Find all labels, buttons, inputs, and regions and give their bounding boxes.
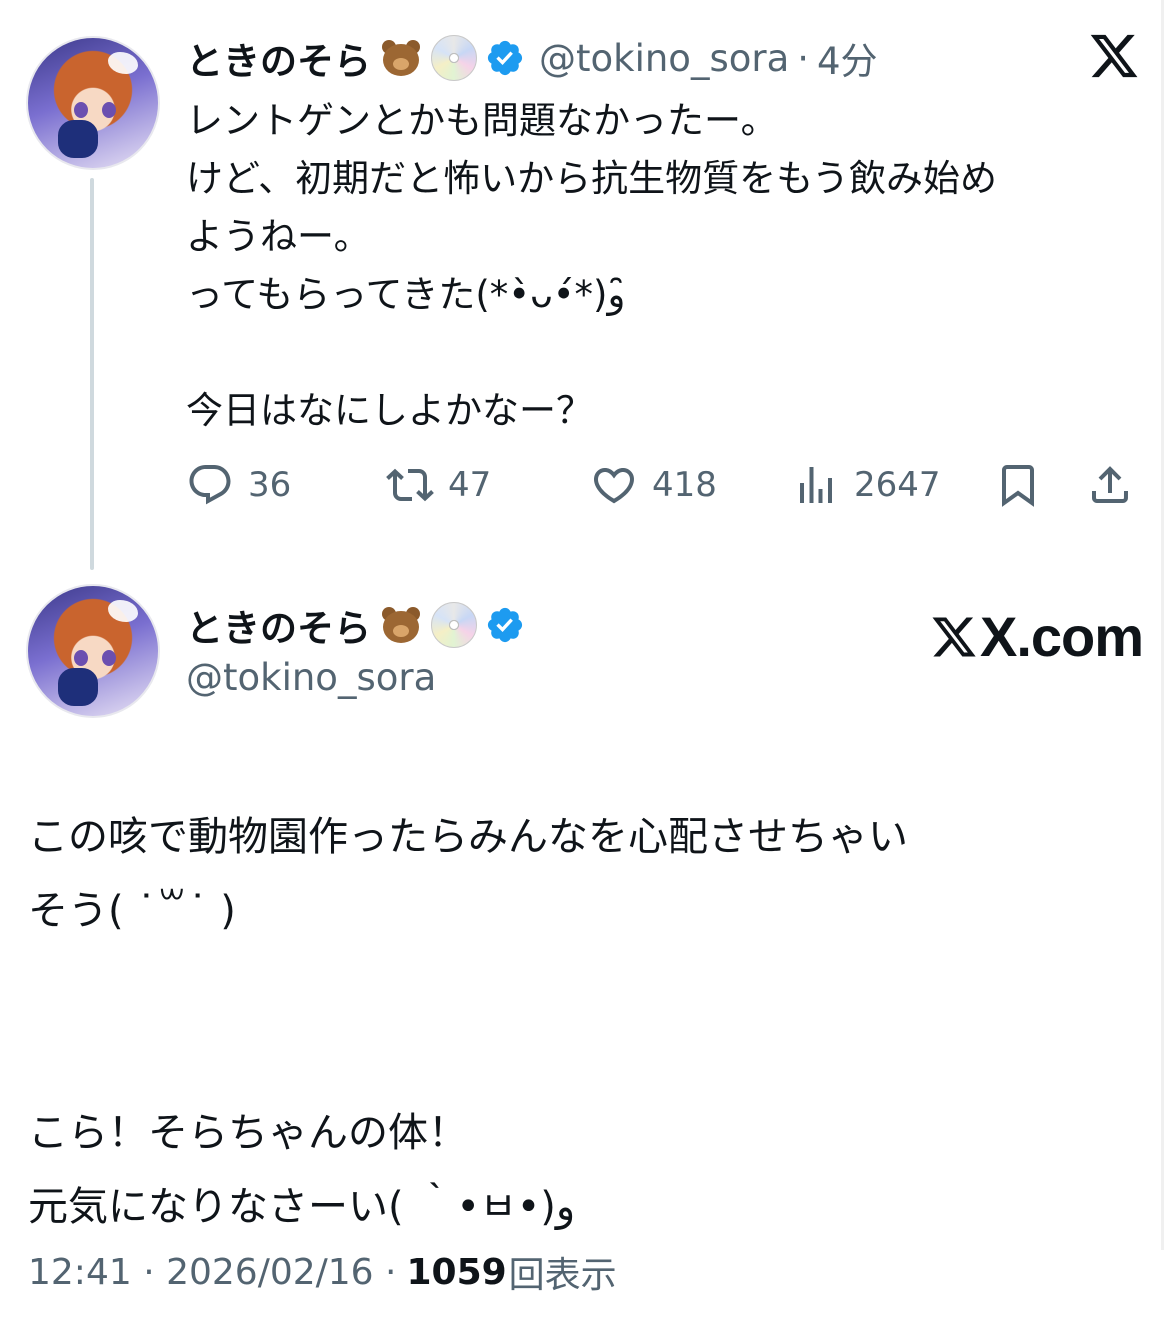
views-count: 2647 xyxy=(854,465,941,505)
bear-face-emoji-icon xyxy=(379,38,423,78)
handle[interactable]: @tokino_sora xyxy=(186,656,436,699)
reply-tweet-text: レントゲンとかも問題なかったー。 けど、初期だと怖いから抗生物質をもう飲み始め … xyxy=(186,99,998,432)
repost-button[interactable]: 47 xyxy=(386,458,491,512)
avatar-eye xyxy=(74,650,88,666)
reply-count: 36 xyxy=(248,465,292,505)
display-name[interactable]: ときのそら xyxy=(186,598,371,652)
avatar-eye xyxy=(102,650,116,666)
views-count: 1059 xyxy=(406,1251,507,1293)
verified-badge-icon[interactable] xyxy=(485,605,525,645)
tweet-meta: 12:41 · 2026/02/16 · 1059 回表示 xyxy=(28,1246,617,1298)
reply-icon xyxy=(189,465,231,505)
avatar-eye xyxy=(102,102,116,118)
optical-disc-emoji-icon xyxy=(431,602,477,648)
views-icon xyxy=(800,467,832,503)
right-edge-divider xyxy=(1161,0,1164,1250)
repost-icon xyxy=(386,468,434,502)
views-label: 回表示 xyxy=(508,1255,617,1296)
bookmark-button[interactable] xyxy=(994,458,1042,512)
main-header-name-row: ときのそら xyxy=(186,598,525,652)
avatar-hand xyxy=(58,120,98,158)
main-tweet-text: この咳で動物園作ったらみんなを心配させちゃい そう( ˙꒳˙ ) こら！そらちゃ… xyxy=(28,814,908,1230)
avatar[interactable] xyxy=(26,36,160,170)
bear-face-emoji-icon xyxy=(379,605,423,645)
x-logo-icon[interactable] xyxy=(1088,30,1140,82)
display-name[interactable]: ときのそら xyxy=(186,31,371,85)
timestamp[interactable]: 12:41 · 2026/02/16 · xyxy=(28,1252,396,1293)
avatar-eye xyxy=(74,102,88,118)
reply-action-bar: 36 47 418 2647 xyxy=(186,458,1136,512)
separator-dot: · xyxy=(797,36,810,80)
time-ago[interactable]: 4分 xyxy=(817,31,878,85)
avatar-bow-decoration xyxy=(108,600,138,622)
share-icon xyxy=(1092,466,1128,503)
avatar-bow-decoration xyxy=(108,52,138,74)
like-count: 418 xyxy=(652,465,717,505)
x-com-label: X.com xyxy=(980,605,1144,668)
verified-badge-icon[interactable] xyxy=(485,38,525,78)
x-com-brand[interactable]: X.com xyxy=(930,604,1144,669)
reply-button[interactable]: 36 xyxy=(186,458,291,512)
handle[interactable]: @tokino_sora xyxy=(539,37,789,80)
thread-line xyxy=(90,178,94,570)
avatar[interactable] xyxy=(26,584,160,718)
share-button[interactable] xyxy=(1086,458,1134,512)
like-button[interactable]: 418 xyxy=(590,458,717,512)
repost-count: 47 xyxy=(448,465,492,505)
optical-disc-emoji-icon xyxy=(431,35,477,81)
x-logo-icon xyxy=(932,617,976,656)
avatar-hand xyxy=(58,668,98,706)
bookmark-icon xyxy=(1002,465,1034,507)
heart-icon xyxy=(593,468,635,504)
reply-header: ときのそら @tokino_sora · 4分 xyxy=(186,32,878,84)
views-button[interactable]: 2647 xyxy=(792,458,941,512)
